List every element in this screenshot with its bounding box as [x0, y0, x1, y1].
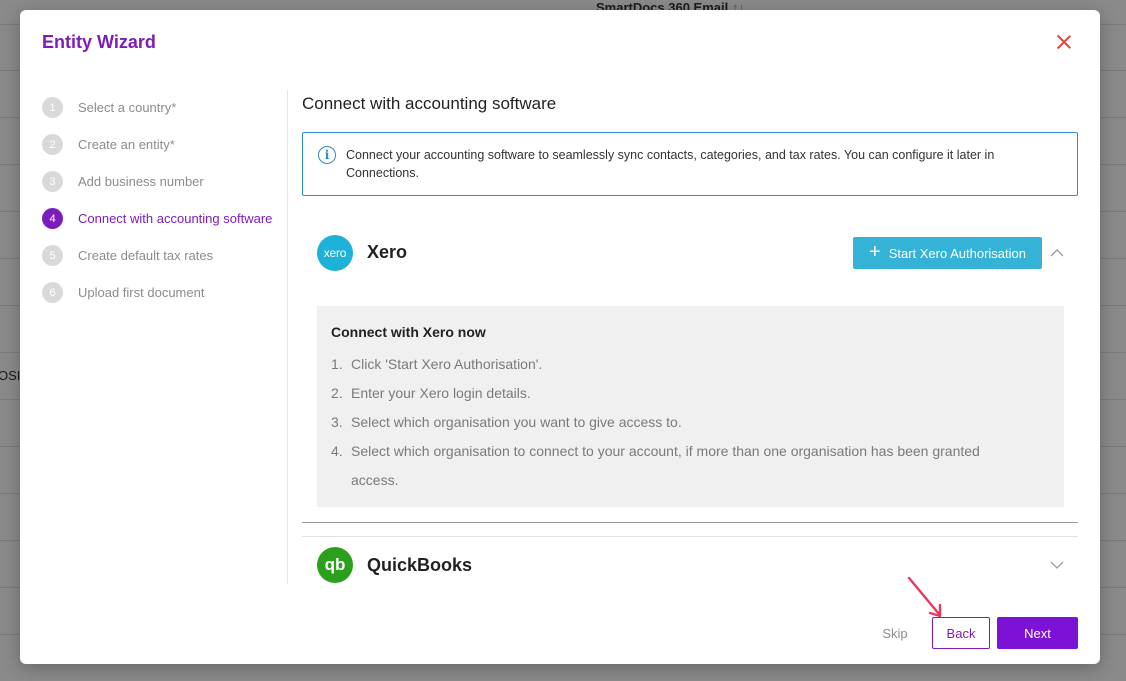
xero-panel-title: Xero — [367, 242, 408, 262]
step-number-badge: 6 — [42, 282, 63, 303]
xero-logo-icon: xero — [317, 235, 353, 271]
step-create-entity[interactable]: 2 Create an entity* — [42, 126, 282, 163]
step-number-badge: 2 — [42, 134, 63, 155]
auth-button-label: Start Xero Authorisation — [888, 245, 1026, 261]
chevron-down-icon[interactable] — [1050, 558, 1064, 572]
instructions-title: Connect with Xero now — [331, 324, 486, 340]
step-label: Create default tax rates — [78, 248, 214, 263]
step-number-badge: 4 — [42, 208, 63, 229]
step-label: Create an entity* — [78, 137, 175, 152]
step-label: Connect with accounting software — [78, 211, 273, 226]
quickbooks-logo-icon: qb — [317, 547, 353, 583]
skip-button[interactable]: Skip — [871, 618, 919, 648]
entity-wizard-modal: Entity Wizard 1 Select a country* 2 Crea… — [20, 10, 1100, 664]
step-number-badge: 5 — [42, 245, 63, 266]
info-text: Connect your accounting software to seam… — [346, 148, 995, 180]
integrations-scroll-area[interactable]: xero Xero + Start Xero Authorisation Con… — [302, 216, 1078, 584]
content-title: Connect with accounting software — [302, 94, 557, 113]
step-create-tax-rates[interactable]: 5 Create default tax rates — [42, 237, 282, 274]
info-icon: i — [318, 146, 336, 164]
vertical-divider — [287, 90, 288, 584]
instructions-list: 1. Click 'Start Xero Authorisation'. 2. En… — [331, 350, 1031, 495]
step-add-business-number[interactable]: 3 Add business number — [42, 163, 282, 200]
step-number-badge: 3 — [42, 171, 63, 192]
wizard-steps: 1 Select a country* 2 Create an entity* … — [42, 89, 282, 311]
step-label: Select a country* — [78, 100, 177, 115]
step-select-country[interactable]: 1 Select a country* — [42, 89, 282, 126]
xero-panel-header[interactable]: xero Xero + Start Xero Authorisation — [302, 216, 1078, 292]
step-label: Upload first document — [78, 285, 205, 300]
step-number-badge: 1 — [42, 97, 63, 118]
instruction-item: 1. Click 'Start Xero Authorisation'. — [331, 356, 543, 372]
step-label: Add business number — [78, 174, 204, 189]
plus-icon: + — [869, 241, 881, 263]
instruction-item: 3. Select which organisation you want to … — [331, 414, 682, 430]
instruction-item: 4. Select which organisation to connect t… — [331, 443, 980, 488]
quickbooks-panel-header[interactable]: qb QuickBooks — [302, 536, 1078, 584]
step-connect-accounting[interactable]: 4 Connect with accounting software — [42, 200, 282, 237]
step-upload-document[interactable]: 6 Upload first document — [42, 274, 282, 311]
info-alert: i Connect your accounting software to se… — [302, 132, 1078, 196]
next-button[interactable]: Next — [997, 617, 1078, 649]
instruction-item: 2. Enter your Xero login details. — [331, 385, 531, 401]
panel-divider — [302, 522, 1078, 523]
modal-title: Entity Wizard — [42, 32, 156, 52]
annotation-arrow-icon — [907, 576, 942, 618]
close-icon[interactable] — [1054, 32, 1074, 52]
xero-instructions: Connect with Xero now 1. Click 'Start Xer… — [317, 306, 1064, 507]
start-xero-authorisation-button[interactable]: + Start Xero Authorisation — [853, 237, 1042, 269]
back-button[interactable]: Back — [932, 617, 990, 649]
quickbooks-panel-title: QuickBooks — [367, 555, 473, 575]
chevron-up-icon[interactable] — [1050, 246, 1064, 260]
